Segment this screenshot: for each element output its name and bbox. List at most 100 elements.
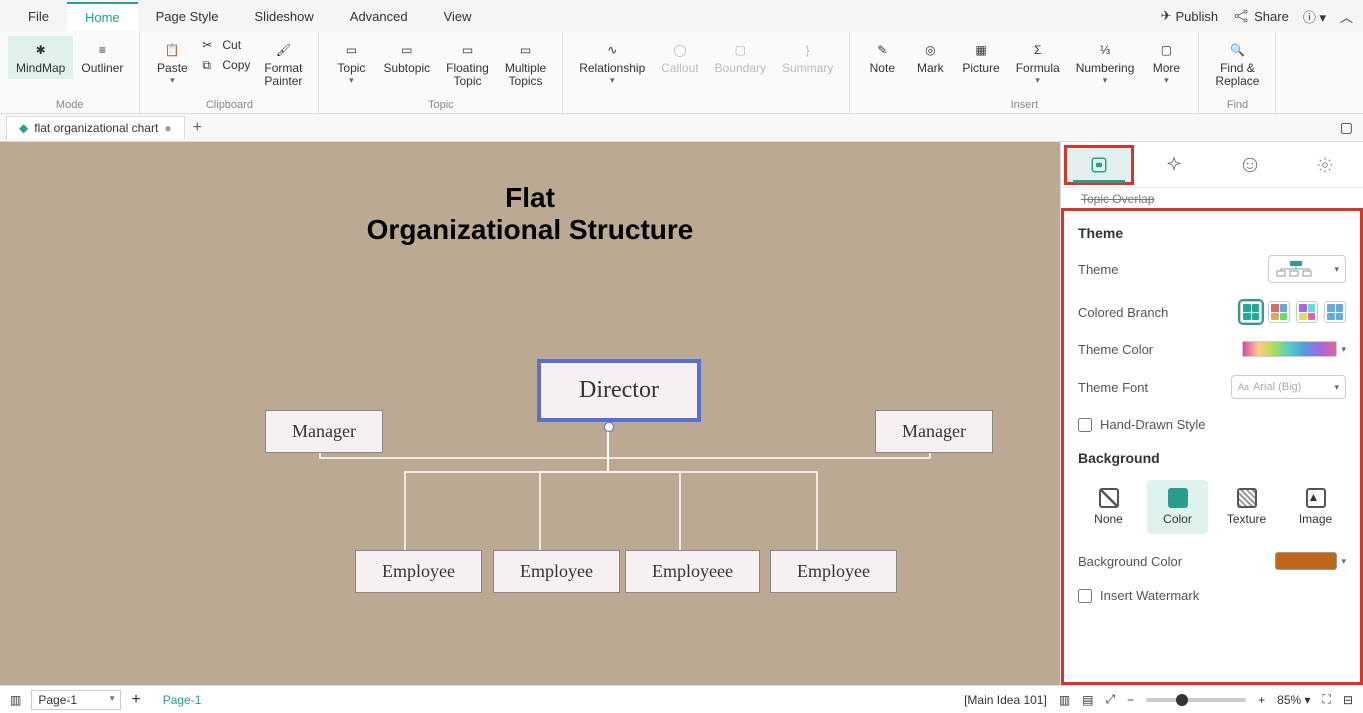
theme-header: Theme: [1078, 225, 1346, 241]
doc-dirty-dot: ●: [164, 121, 171, 135]
brush-icon: 🖌: [273, 40, 293, 60]
picture-button[interactable]: ▦Picture: [954, 36, 1007, 79]
document-tab-bar: ◆ flat organizational chart ● + ▢: [0, 114, 1363, 142]
view-mode-2[interactable]: ▤: [1082, 693, 1093, 707]
bg-none[interactable]: None: [1078, 480, 1139, 534]
share-button[interactable]: Share: [1232, 7, 1289, 25]
color-icon: [1168, 488, 1188, 508]
fullscreen-button[interactable]: ⛶: [1323, 692, 1331, 707]
note-icon: ✎: [872, 40, 892, 60]
zoom-out[interactable]: −: [1127, 693, 1134, 707]
theme-color-dropdown[interactable]: ▾: [1341, 344, 1346, 355]
page-grid-icon[interactable]: ▥: [10, 693, 21, 707]
page-select[interactable]: Page-1▾: [31, 690, 121, 710]
branch-swatch-4[interactable]: [1324, 301, 1346, 323]
add-page-button[interactable]: +: [131, 691, 140, 709]
zoom-in[interactable]: +: [1258, 693, 1265, 707]
copy-icon: ⧉: [202, 58, 216, 72]
hand-drawn-input[interactable]: [1078, 418, 1092, 432]
menu-advanced[interactable]: Advanced: [332, 3, 426, 30]
callout-icon: ◯: [670, 40, 690, 60]
zoom-slider[interactable]: [1146, 698, 1246, 702]
page-icon: [1090, 156, 1108, 174]
note-button[interactable]: ✎Note: [858, 36, 906, 79]
theme-color-strip[interactable]: [1242, 341, 1337, 357]
bg-color[interactable]: Color: [1147, 480, 1208, 534]
bg-image[interactable]: ▲Image: [1285, 480, 1346, 534]
formula-button[interactable]: ΣFormula▾: [1008, 36, 1068, 90]
copy-button[interactable]: ⧉Copy: [196, 56, 256, 74]
boundary-button[interactable]: ▢Boundary: [707, 36, 774, 79]
menu-home[interactable]: Home: [67, 2, 138, 31]
mark-button[interactable]: ◎Mark: [906, 36, 954, 79]
side-tabs: [1061, 142, 1363, 188]
numbering-button[interactable]: ⅓Numbering▾: [1068, 36, 1143, 90]
subtopic-button[interactable]: ▭Subtopic: [375, 36, 438, 79]
topic-overlap-label: Topic Overlap: [1061, 186, 1363, 206]
theme-select[interactable]: ▾: [1268, 255, 1346, 283]
find-icon: 🔍: [1227, 40, 1247, 60]
node-manager-2[interactable]: Manager: [875, 410, 993, 453]
document-tab[interactable]: ◆ flat organizational chart ●: [6, 116, 185, 139]
menu-pagestyle[interactable]: Page Style: [138, 3, 237, 30]
node-employee-3[interactable]: Employeee: [625, 550, 760, 593]
side-tab-icons[interactable]: [1215, 145, 1285, 185]
colored-branch-label: Colored Branch: [1078, 305, 1240, 320]
panel-toggle[interactable]: ▢: [1340, 119, 1353, 136]
multiple-topics-button[interactable]: ▭Multiple Topics: [497, 36, 554, 92]
outliner-button[interactable]: ≡Outliner: [73, 36, 131, 79]
zoom-level[interactable]: 85% ▾: [1277, 693, 1310, 707]
new-tab-button[interactable]: +: [193, 119, 202, 137]
topic-group-label: Topic: [327, 97, 554, 111]
branch-swatch-2[interactable]: [1268, 301, 1290, 323]
picture-icon: ▦: [971, 40, 991, 60]
branch-swatch-1[interactable]: [1240, 301, 1262, 323]
page-tab[interactable]: Page-1: [151, 693, 214, 707]
side-tab-page[interactable]: [1064, 145, 1134, 185]
help-button[interactable]: ⓘ ▾: [1303, 7, 1326, 26]
menu-slideshow[interactable]: Slideshow: [237, 3, 332, 30]
publish-button[interactable]: ✈ Publish: [1161, 8, 1219, 24]
find-group-label: Find: [1207, 97, 1267, 111]
collapse-panel-button[interactable]: ⊟: [1343, 693, 1353, 707]
side-tab-ai[interactable]: [1139, 145, 1209, 185]
bg-texture[interactable]: Texture: [1216, 480, 1277, 534]
node-director[interactable]: Director: [540, 362, 698, 419]
node-manager-1[interactable]: Manager: [265, 410, 383, 453]
menu-view[interactable]: View: [426, 3, 490, 30]
clipboard-group-label: Clipboard: [148, 97, 310, 111]
bg-color-dropdown[interactable]: ▾: [1341, 556, 1346, 567]
theme-font-label: Theme Font: [1078, 380, 1231, 395]
floating-topic-button[interactable]: ▭Floating Topic: [438, 36, 497, 92]
branch-swatch-3[interactable]: [1296, 301, 1318, 323]
format-painter-button[interactable]: 🖌Format Painter: [256, 36, 310, 92]
watermark-checkbox[interactable]: Insert Watermark: [1078, 588, 1346, 603]
view-mode-1[interactable]: ▥: [1059, 693, 1070, 707]
cut-button[interactable]: ✂Cut: [196, 36, 256, 54]
numbering-icon: ⅓: [1095, 40, 1115, 60]
bg-color-swatch[interactable]: [1275, 552, 1337, 570]
node-handle[interactable]: [604, 422, 614, 432]
topic-button[interactable]: ▭Topic▾: [327, 36, 375, 90]
side-tab-settings[interactable]: [1290, 145, 1360, 185]
relationship-button[interactable]: ∿Relationship▾: [571, 36, 653, 90]
fit-button[interactable]: ⤢: [1106, 692, 1116, 707]
summary-button[interactable]: }Summary: [774, 36, 841, 79]
collapse-ribbon[interactable]: ︿: [1340, 7, 1353, 26]
callout-button[interactable]: ◯Callout: [653, 36, 706, 79]
watermark-input[interactable]: [1078, 589, 1092, 603]
find-replace-button[interactable]: 🔍Find & Replace: [1207, 36, 1267, 92]
node-employee-4[interactable]: Employee: [770, 550, 897, 593]
theme-label: Theme: [1078, 262, 1268, 277]
node-employee-2[interactable]: Employee: [493, 550, 620, 593]
paste-button[interactable]: 📋Paste▾: [148, 36, 196, 90]
formula-icon: Σ: [1028, 40, 1048, 60]
node-employee-1[interactable]: Employee: [355, 550, 482, 593]
theme-font-select[interactable]: AaArial (Big)▾: [1231, 375, 1346, 399]
canvas[interactable]: Flat Organizational Structure Director M…: [0, 142, 1060, 685]
hand-drawn-checkbox[interactable]: Hand-Drawn Style: [1078, 417, 1346, 432]
menu-file[interactable]: File: [10, 3, 67, 30]
mindmap-button[interactable]: ✱MindMap: [8, 36, 73, 79]
bg-color-label: Background Color: [1078, 554, 1275, 569]
more-button[interactable]: ▢More▾: [1142, 36, 1190, 90]
